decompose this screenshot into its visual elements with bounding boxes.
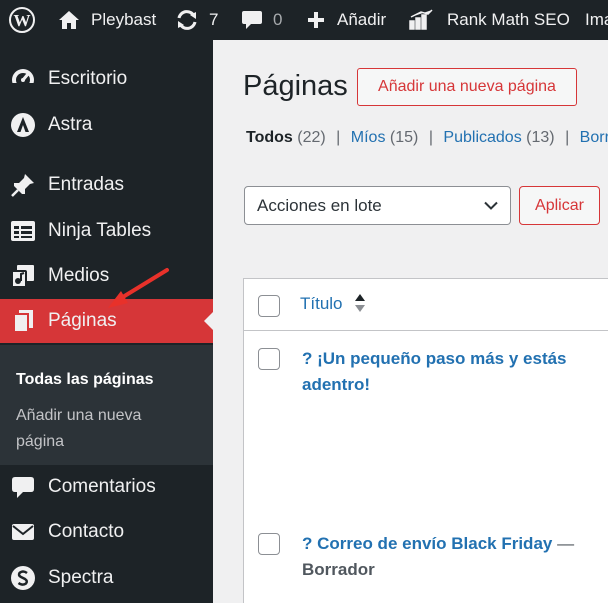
bulk-actions-value: Acciones en lote <box>257 195 382 215</box>
spectra-icon <box>10 565 36 591</box>
active-menu-indicator <box>204 312 213 330</box>
filter-mine[interactable]: Míos <box>351 129 386 146</box>
rank-math-icon <box>409 9 433 30</box>
submenu-add-new-page[interactable]: Añadir una nueva página <box>16 403 141 455</box>
site-name: Pleybast <box>91 10 157 29</box>
table-icon <box>10 218 36 244</box>
row-title-cell: ? Correo de envío Black Friday — Borrado… <box>302 531 602 583</box>
updates-link[interactable]: 7 <box>175 0 218 40</box>
plus-icon <box>308 12 324 28</box>
bulk-actions-select[interactable]: Acciones en lote <box>244 186 511 225</box>
filter-separator: | <box>565 129 570 146</box>
status-filters: Todos (22) | Míos (15) | Publicados (13)… <box>246 129 608 147</box>
filter-all[interactable]: Todos <box>246 129 293 146</box>
home-icon <box>59 11 79 29</box>
comments-count: 0 <box>273 10 283 29</box>
row-checkbox[interactable] <box>258 533 280 555</box>
filter-drafts[interactable]: Borr <box>580 129 608 146</box>
add-new-label: Añadir <box>337 10 387 29</box>
wordpress-logo-icon[interactable]: W <box>8 0 36 40</box>
filter-published-count: (13) <box>526 129 555 146</box>
add-new-page-button[interactable]: Añadir una nueva página <box>357 68 577 106</box>
pages-submenu: Todas las páginas Añadir una nueva págin… <box>0 345 213 465</box>
truncated-menu-item[interactable]: Ima <box>585 0 608 40</box>
updates-icon <box>177 10 197 30</box>
main-content: Páginas Añadir una nueva página Todos (2… <box>213 40 608 603</box>
row-state-label: Borrador <box>302 560 375 579</box>
sidebar-item-medios[interactable]: Medios <box>0 254 213 298</box>
site-name-link[interactable]: Pleybast <box>58 0 156 40</box>
pushpin-icon <box>10 172 36 198</box>
page-title: Páginas <box>243 70 348 102</box>
row-checkbox[interactable] <box>258 348 280 370</box>
sort-arrows-icon <box>355 294 365 312</box>
sidebar-item-astra[interactable]: Astra <box>0 103 213 147</box>
admin-bar: W Pleybast 7 0 Añadir Rank Math SEO Ima <box>0 0 608 40</box>
comment-bubble-icon <box>242 11 262 29</box>
sidebar-item-paginas[interactable]: Páginas <box>0 299 213 343</box>
dashboard-icon <box>10 66 36 92</box>
filter-mine-count: (15) <box>389 129 419 146</box>
comment-icon <box>10 474 36 500</box>
media-icon <box>10 263 36 289</box>
filter-separator: | <box>428 129 433 146</box>
apply-button[interactable]: Aplicar <box>519 186 600 225</box>
comments-link[interactable]: 0 <box>241 0 282 40</box>
row-title-link[interactable]: ? ¡Un pequeño paso más y estás adentro! <box>302 346 602 398</box>
filter-all-count: (22) <box>297 129 326 146</box>
sidebar-item-spectra[interactable]: Spectra <box>0 556 213 600</box>
sidebar-item-entradas[interactable]: Entradas <box>0 163 213 207</box>
pages-icon <box>10 308 36 334</box>
mail-icon <box>10 519 36 545</box>
rank-math-link[interactable]: Rank Math SEO <box>408 0 570 40</box>
row-title-link[interactable]: ? Correo de envío Black Friday <box>302 534 552 553</box>
sidebar-item-comentarios[interactable]: Comentarios <box>0 465 213 509</box>
chevron-down-icon <box>484 201 498 210</box>
filter-published[interactable]: Publicados <box>443 129 521 146</box>
row-title-dash: — <box>557 534 575 553</box>
admin-sidebar: Escritorio Astra Entradas Ninja Tables M… <box>0 40 213 603</box>
updates-count: 7 <box>209 10 219 29</box>
sidebar-item-escritorio[interactable]: Escritorio <box>0 57 213 101</box>
submenu-all-pages[interactable]: Todas las páginas <box>16 367 154 393</box>
astra-icon <box>10 112 36 138</box>
column-title-sort[interactable]: Título <box>300 294 343 314</box>
table-header: Título <box>244 279 608 331</box>
filter-separator: | <box>336 129 341 146</box>
select-all-checkbox[interactable] <box>258 295 280 317</box>
sidebar-item-ninja-tables[interactable]: Ninja Tables <box>0 209 213 253</box>
pages-table: Título ? ¡Un pequeño paso más y estás ad… <box>243 278 608 603</box>
svg-text:W: W <box>14 11 31 30</box>
add-new-link[interactable]: Añadir <box>307 0 386 40</box>
rank-math-label: Rank Math SEO <box>447 10 570 29</box>
sidebar-item-contacto[interactable]: Contacto <box>0 510 213 554</box>
